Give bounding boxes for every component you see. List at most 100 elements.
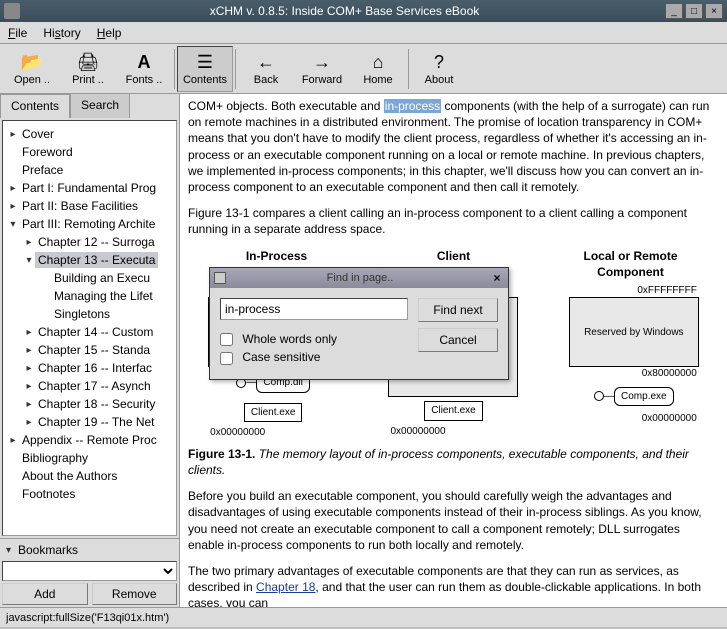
bookmarks-label: Bookmarks xyxy=(18,543,78,557)
tree-item-label: Footnotes xyxy=(19,486,78,502)
tree-item[interactable]: ▾Chapter 13 -- Executa xyxy=(3,251,176,269)
separator xyxy=(235,49,236,89)
contents-button[interactable]: ☰Contents xyxy=(177,46,233,92)
tree-item[interactable]: ▸Chapter 16 -- Interfac xyxy=(3,359,176,377)
bookmark-select[interactable] xyxy=(2,561,177,581)
menu-file[interactable]: File xyxy=(8,26,27,40)
menu-bar: File History Help xyxy=(0,22,727,44)
tree-item-label: Chapter 19 -- The Net xyxy=(35,414,158,430)
dialog-title: Find in page.. xyxy=(230,272,490,284)
tree-item[interactable]: ▾Part III: Remoting Archite xyxy=(3,215,176,233)
tree-item[interactable]: ▸Appendix -- Remote Proc xyxy=(3,431,176,449)
tree-item[interactable]: Bibliography xyxy=(3,449,176,467)
open-icon: 📂 xyxy=(21,52,43,74)
expand-icon[interactable]: ▸ xyxy=(23,237,35,248)
tree-item[interactable]: ▸Cover xyxy=(3,125,176,143)
tree-item-label: Building an Execu xyxy=(51,270,153,286)
forward-button[interactable]: →Forward xyxy=(294,46,350,92)
fonts-icon: A xyxy=(138,52,151,74)
open-button[interactable]: 📂Open .. xyxy=(4,46,60,92)
expand-icon[interactable]: ▸ xyxy=(23,327,35,338)
expand-icon[interactable]: ▸ xyxy=(23,399,35,410)
tree-item[interactable]: ▸Chapter 12 -- Surroga xyxy=(3,233,176,251)
minimize-button[interactable]: _ xyxy=(665,3,683,19)
status-bar: javascript:fullSize('F13qi01x.htm') xyxy=(0,607,727,627)
back-button[interactable]: ←Back xyxy=(238,46,294,92)
expand-icon[interactable]: ▾ xyxy=(23,255,35,266)
add-bookmark-button[interactable]: Add xyxy=(2,583,88,605)
expand-icon[interactable]: ▸ xyxy=(7,201,19,212)
tree-item[interactable]: ▸Chapter 17 -- Asynch xyxy=(3,377,176,395)
highlight: in-process xyxy=(384,99,441,113)
tree-item-label: Bibliography xyxy=(19,450,91,466)
home-icon: ⌂ xyxy=(373,52,384,74)
about-button[interactable]: ?About xyxy=(411,46,467,92)
expand-icon[interactable]: ▸ xyxy=(23,381,35,392)
tree-item[interactable]: ▸Part I: Fundamental Prog xyxy=(3,179,176,197)
case-sensitive-checkbox[interactable]: Case sensitive xyxy=(220,350,408,364)
expand-icon[interactable]: ▸ xyxy=(7,183,19,194)
find-input[interactable] xyxy=(220,298,408,320)
dialog-sys-icon[interactable] xyxy=(214,272,226,284)
close-button[interactable]: × xyxy=(705,3,723,19)
tree-view[interactable]: ▸CoverForewordPreface▸Part I: Fundamenta… xyxy=(2,120,177,536)
paragraph: Figure 13-1 compares a client calling an… xyxy=(188,205,719,237)
tree-item[interactable]: Managing the Lifet xyxy=(3,287,176,305)
expand-icon[interactable]: ▸ xyxy=(7,435,19,446)
tree-item-label: Chapter 16 -- Interfac xyxy=(35,360,155,376)
tree-item-label: About the Authors xyxy=(19,468,120,484)
print-button[interactable]: 🖨Print .. xyxy=(60,46,116,92)
find-next-button[interactable]: Find next xyxy=(418,298,498,322)
tree-item[interactable]: ▸Chapter 14 -- Custom xyxy=(3,323,176,341)
tab-contents[interactable]: Contents xyxy=(0,94,70,118)
tree-item[interactable]: ▸Part II: Base Facilities xyxy=(3,197,176,215)
close-icon[interactable]: × xyxy=(490,271,504,285)
separator xyxy=(174,49,175,89)
tree-item-label: Part III: Remoting Archite xyxy=(19,216,158,232)
tree-item-label: Managing the Lifet xyxy=(51,288,156,304)
paragraph: Before you build an executable component… xyxy=(188,488,719,553)
tree-item-label: Chapter 13 -- Executa xyxy=(35,252,158,268)
tree-item-label: Foreword xyxy=(19,144,76,160)
menu-history[interactable]: History xyxy=(43,26,80,40)
status-text: javascript:fullSize('F13qi01x.htm') xyxy=(6,612,169,624)
expand-icon[interactable]: ▸ xyxy=(23,363,35,374)
tree-item-label: Chapter 15 -- Standa xyxy=(35,342,153,358)
tree-item-label: Cover xyxy=(19,126,57,142)
tab-search[interactable]: Search xyxy=(70,94,130,118)
cancel-button[interactable]: Cancel xyxy=(418,328,498,352)
app-icon xyxy=(4,3,20,19)
tree-item[interactable]: Building an Execu xyxy=(3,269,176,287)
tree-item[interactable]: Singletons xyxy=(3,305,176,323)
separator xyxy=(408,49,409,89)
tree-item-label: Part I: Fundamental Prog xyxy=(19,180,159,196)
fonts-button[interactable]: AFonts .. xyxy=(116,46,172,92)
tree-item[interactable]: ▸Chapter 19 -- The Net xyxy=(3,413,176,431)
tree-item-label: Part II: Base Facilities xyxy=(19,198,141,214)
expand-icon[interactable]: ▸ xyxy=(7,129,19,140)
forward-icon: → xyxy=(313,52,331,74)
whole-words-checkbox[interactable]: Whole words only xyxy=(220,332,408,346)
find-dialog: Find in page.. × Whole words only Case s… xyxy=(209,267,509,380)
tree-item-label: Chapter 12 -- Surroga xyxy=(35,234,158,250)
tree-item[interactable]: Preface xyxy=(3,161,176,179)
tree-item[interactable]: About the Authors xyxy=(3,467,176,485)
back-icon: ← xyxy=(257,52,275,74)
home-button[interactable]: ⌂Home xyxy=(350,46,406,92)
tree-item-label: Preface xyxy=(19,162,66,178)
tree-item[interactable]: ▸Chapter 15 -- Standa xyxy=(3,341,176,359)
expand-icon[interactable]: ▸ xyxy=(23,417,35,428)
paragraph: COM+ objects. Both executable and in-pro… xyxy=(188,98,719,195)
expand-icon[interactable]: ▾ xyxy=(7,219,19,230)
remove-bookmark-button[interactable]: Remove xyxy=(92,583,178,605)
expand-icon[interactable]: ▸ xyxy=(23,345,35,356)
tree-item[interactable]: ▸Chapter 18 -- Security xyxy=(3,395,176,413)
title-bar: xCHM v. 0.8.5: Inside COM+ Base Services… xyxy=(0,0,727,22)
tree-item[interactable]: Footnotes xyxy=(3,485,176,503)
print-icon: 🖨 xyxy=(77,52,100,74)
menu-help[interactable]: Help xyxy=(97,26,122,40)
maximize-button[interactable]: □ xyxy=(685,3,703,19)
tree-item[interactable]: Foreword xyxy=(3,143,176,161)
chapter-link[interactable]: Chapter 18 xyxy=(256,580,315,594)
chevron-down-icon[interactable]: ▾ xyxy=(6,545,18,556)
